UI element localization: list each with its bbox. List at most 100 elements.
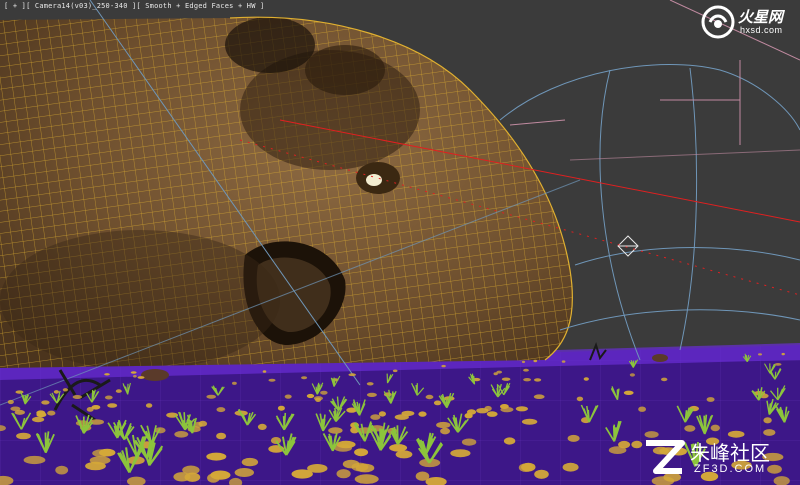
rock	[133, 375, 137, 378]
rock	[484, 405, 492, 412]
rock	[521, 418, 538, 425]
rock	[523, 378, 531, 382]
rock	[450, 449, 471, 458]
rock	[99, 448, 116, 457]
watermark-top: 火星网 hxsd.com	[700, 4, 792, 40]
rock	[173, 472, 191, 482]
rock	[493, 372, 498, 376]
rock	[523, 368, 529, 372]
rock	[366, 392, 377, 397]
rock	[14, 409, 25, 415]
rock	[130, 371, 137, 374]
rock	[270, 437, 282, 444]
rock	[436, 421, 451, 429]
rock	[41, 400, 50, 405]
rock	[567, 434, 580, 442]
rock	[461, 438, 477, 446]
rock	[418, 411, 427, 417]
rock	[440, 427, 450, 435]
watermark-bottom: 朱峰社区 ZF3D.COM	[642, 437, 792, 479]
rock	[16, 432, 31, 440]
rock	[216, 407, 226, 413]
rock	[392, 369, 398, 373]
rock	[104, 373, 110, 376]
rock	[301, 376, 308, 380]
rock	[576, 396, 584, 402]
rock	[533, 359, 538, 363]
rock	[268, 378, 276, 382]
watermark-bottom-subtitle: ZF3D.COM	[694, 463, 767, 475]
rock	[415, 471, 430, 481]
rock	[464, 412, 473, 419]
scene-canvas[interactable]	[0, 0, 800, 485]
rock	[47, 410, 56, 416]
rock	[533, 394, 545, 400]
rock	[710, 424, 720, 432]
rock	[107, 403, 118, 408]
rock	[257, 423, 267, 430]
rock	[521, 360, 526, 364]
rock	[62, 388, 68, 392]
rock	[104, 395, 113, 400]
rock	[441, 364, 446, 368]
rock	[583, 377, 589, 381]
3d-viewport[interactable]: [ + ][ Camera14(v03)_250-340 ][ Smooth +…	[0, 0, 800, 485]
rock	[313, 396, 323, 401]
rock	[354, 474, 379, 484]
rock	[328, 427, 343, 434]
rock	[307, 464, 328, 473]
rock	[348, 373, 357, 377]
rock	[433, 400, 442, 406]
rock	[284, 394, 292, 399]
rock	[115, 389, 122, 393]
rock	[623, 390, 634, 395]
rock	[501, 377, 511, 381]
rock	[562, 462, 579, 472]
rock	[206, 394, 216, 399]
rock	[206, 452, 227, 461]
rock	[234, 468, 254, 477]
rock	[306, 393, 315, 399]
hxsd-logo-icon	[701, 5, 735, 39]
rock	[36, 410, 46, 416]
rock	[370, 414, 381, 420]
rock	[7, 399, 14, 405]
rock	[15, 390, 24, 394]
rock	[781, 352, 785, 356]
rock	[354, 448, 369, 457]
rock	[23, 455, 46, 465]
rock	[503, 437, 516, 445]
rock	[210, 470, 231, 480]
rock	[53, 390, 60, 394]
rock	[561, 360, 566, 363]
zf3d-logo-icon	[646, 440, 685, 474]
rock	[763, 429, 776, 436]
rock	[425, 394, 434, 400]
watermark-bottom-title: 朱峰社区	[690, 441, 770, 465]
rock	[629, 373, 636, 377]
rock	[351, 462, 369, 472]
rock	[72, 395, 83, 399]
rock	[366, 382, 374, 386]
rock	[241, 457, 259, 467]
rock	[31, 416, 45, 423]
head-mesh	[0, 17, 573, 368]
rock	[91, 405, 101, 410]
rock	[85, 461, 106, 471]
rock	[638, 406, 646, 412]
rock	[706, 397, 715, 402]
rock	[320, 390, 328, 395]
viewport-label[interactable]: [ + ][ Camera14(v03)_250-340 ][ Smooth +…	[4, 2, 264, 10]
rock	[518, 463, 534, 472]
rock	[277, 405, 285, 411]
rock	[515, 406, 529, 412]
rock	[763, 417, 772, 424]
rock	[534, 378, 542, 382]
rock	[216, 432, 227, 440]
rock	[262, 370, 267, 373]
rock	[608, 446, 627, 454]
rock	[137, 376, 145, 379]
rock	[684, 425, 696, 432]
rock	[631, 440, 643, 449]
rock	[661, 377, 668, 382]
